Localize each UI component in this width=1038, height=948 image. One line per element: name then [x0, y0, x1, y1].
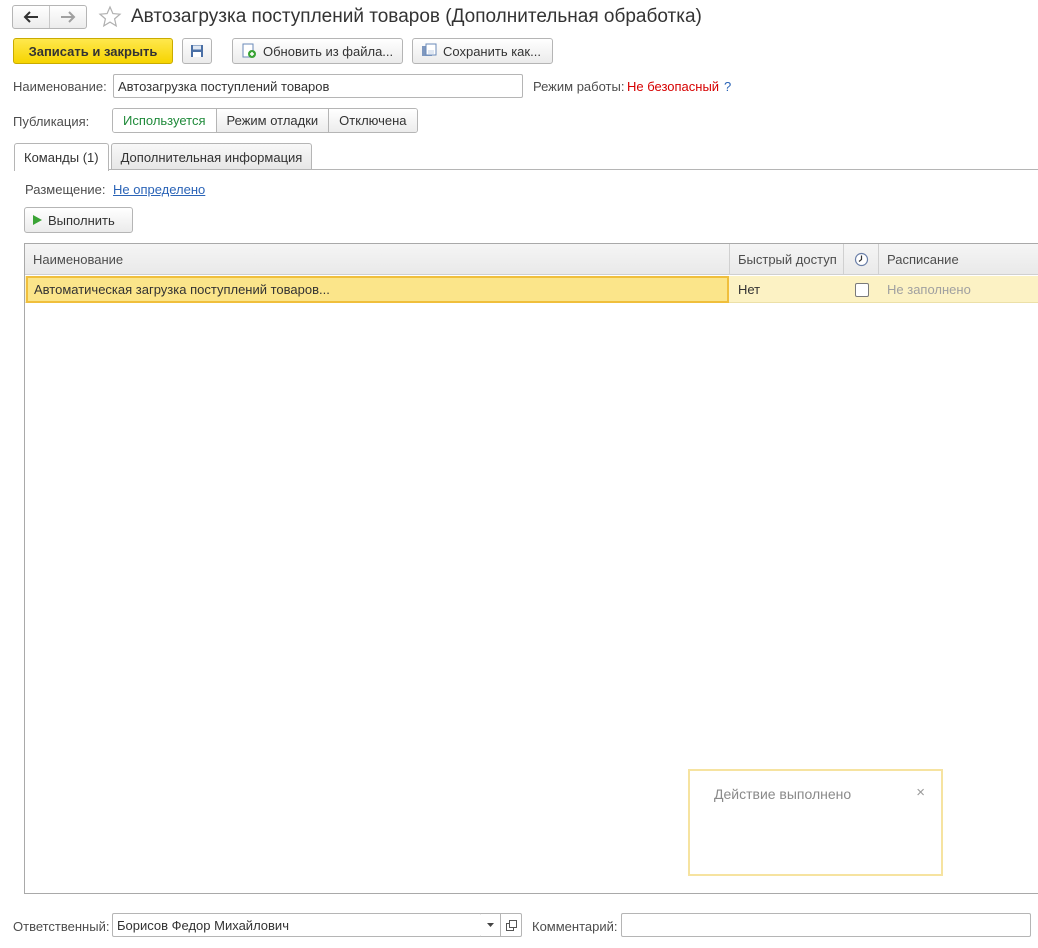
save-as-icon: [422, 43, 437, 56]
table-row[interactable]: Автоматическая загрузка поступлений това…: [25, 276, 1038, 303]
scheduled-checkbox[interactable]: [854, 282, 869, 297]
tab-bar: Команды (1) Дополнительная информация: [14, 143, 314, 171]
run-button[interactable]: Выполнить: [24, 207, 133, 233]
help-link[interactable]: ?: [724, 79, 731, 94]
tab-commands[interactable]: Команды (1): [14, 143, 109, 171]
publication-label: Публикация:: [13, 114, 90, 129]
responsible-field[interactable]: Борисов Федор Михайлович: [112, 913, 482, 937]
forward-button[interactable]: [49, 6, 86, 28]
star-icon: [98, 5, 122, 28]
responsible-dropdown-button[interactable]: [481, 913, 501, 937]
cell-scheduled: [844, 276, 879, 303]
play-icon: [33, 215, 42, 225]
run-label: Выполнить: [48, 212, 115, 228]
clock-icon: [854, 252, 868, 267]
nav-buttons: [12, 5, 87, 29]
open-window-icon: [505, 919, 517, 931]
refresh-file-icon: [242, 43, 256, 58]
publication-selector: Используется Режим отладки Отключена: [112, 108, 418, 133]
refresh-from-file-label: Обновить из файла...: [263, 43, 394, 59]
column-header-name[interactable]: Наименование: [25, 244, 730, 275]
column-header-schedule[interactable]: Расписание: [879, 244, 1038, 275]
name-field[interactable]: Автозагрузка поступлений товаров: [113, 74, 523, 98]
mode-value[interactable]: Не безопасный: [627, 79, 719, 94]
column-header-quick-access[interactable]: Быстрый доступ: [730, 244, 844, 275]
favorite-button[interactable]: [98, 5, 122, 29]
placement-link[interactable]: Не определено: [113, 182, 205, 197]
column-header-scheduled[interactable]: [844, 244, 879, 275]
notification-popup: Действие выполнено ×: [688, 769, 943, 876]
arrow-left-icon: [23, 11, 38, 23]
back-button[interactable]: [13, 6, 49, 28]
tab-additional-info[interactable]: Дополнительная информация: [110, 143, 313, 170]
cell-quick-access[interactable]: Нет: [730, 276, 844, 303]
save-and-close-button[interactable]: Записать и закрыть: [13, 38, 173, 64]
floppy-disk-icon: [191, 45, 203, 57]
publication-option-debug[interactable]: Режим отладки: [215, 109, 329, 132]
cell-command-name[interactable]: Автоматическая загрузка поступлений това…: [26, 276, 729, 303]
responsible-open-button[interactable]: [500, 913, 522, 937]
mode-label: Режим работы:: [533, 79, 625, 94]
window-title: Автозагрузка поступлений товаров (Дополн…: [131, 6, 702, 27]
placement-label: Размещение:: [25, 182, 106, 197]
close-icon[interactable]: ×: [916, 784, 925, 801]
cell-schedule[interactable]: Не заполнено: [879, 276, 1038, 303]
chevron-down-icon: [487, 923, 494, 927]
table-header: Наименование Быстрый доступ Расписание: [25, 244, 1038, 275]
arrow-right-icon: [61, 11, 76, 23]
notification-text: Действие выполнено: [714, 786, 852, 802]
comment-field[interactable]: [621, 913, 1031, 937]
save-as-button[interactable]: Сохранить как...: [412, 38, 553, 64]
responsible-label: Ответственный:: [13, 919, 110, 934]
name-label: Наименование:: [13, 79, 107, 94]
save-as-label: Сохранить как...: [443, 43, 541, 59]
tab-divider: [108, 169, 1038, 170]
publication-option-used[interactable]: Используется: [113, 109, 216, 132]
comment-label: Комментарий:: [532, 919, 618, 934]
refresh-from-file-button[interactable]: Обновить из файла...: [232, 38, 403, 64]
save-button[interactable]: [182, 38, 212, 64]
publication-option-disabled[interactable]: Отключена: [328, 109, 417, 132]
